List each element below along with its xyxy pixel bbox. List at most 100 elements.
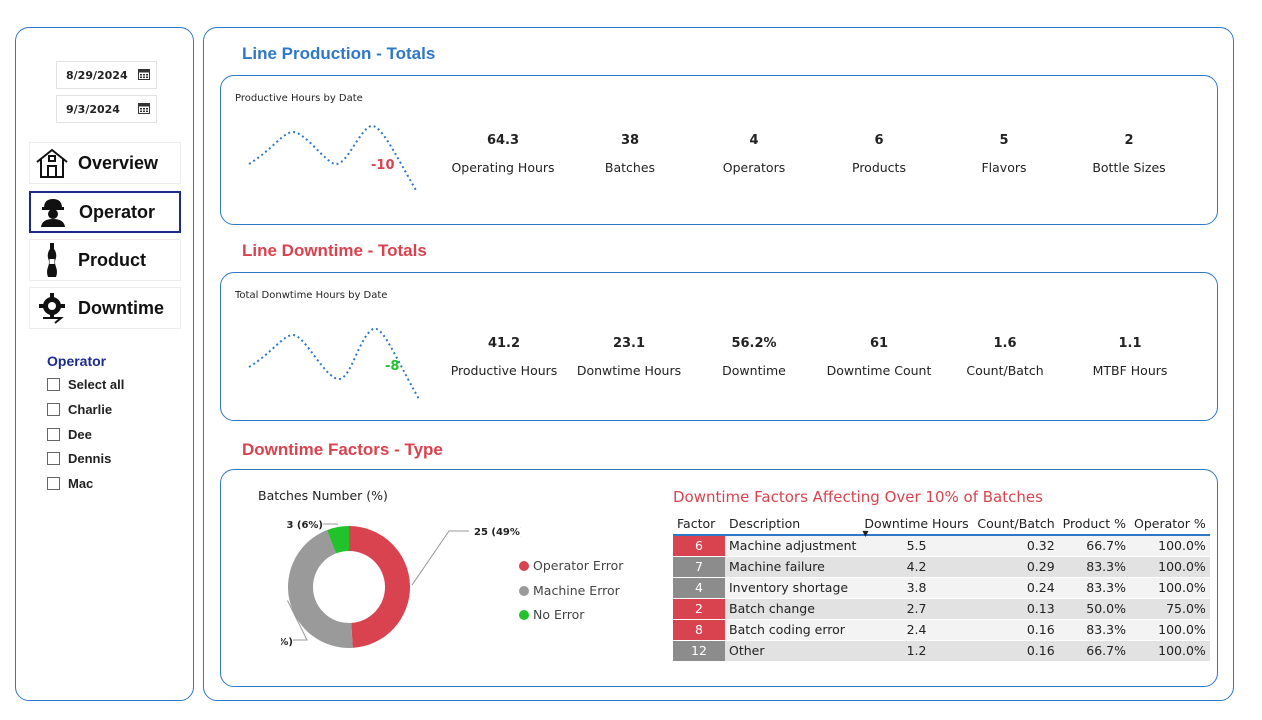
- kpi-batches: 38 Batches: [565, 133, 695, 175]
- checkbox[interactable]: [47, 428, 60, 441]
- factor-cell: 6: [673, 535, 725, 556]
- count-batch-cell: 0.16: [972, 640, 1059, 661]
- option-label: Charlie: [68, 402, 113, 417]
- calendar-icon[interactable]: [138, 102, 150, 114]
- downtime-hours-cell: 3.8: [860, 577, 973, 598]
- col-factor[interactable]: Factor: [673, 513, 725, 535]
- table-row[interactable]: 12 Other 1.2 0.16 66.7% 100.0%: [673, 640, 1210, 661]
- main-panel: Line Production - Totals Productive Hour…: [203, 27, 1234, 701]
- downtime-factors-table: Factor Description Downtime Hours ▼ Coun…: [673, 513, 1210, 662]
- downtime-type-donut-chart: 25 (49%) 23 (45%) 3 (6%): [281, 520, 521, 648]
- kpi-label: Operators: [722, 160, 786, 175]
- slicer-option-select-all[interactable]: Select all: [47, 377, 124, 392]
- donut-data-label: 23 (45%): [281, 637, 293, 648]
- kpi-label: Batches: [604, 160, 656, 175]
- kpi-bottle-sizes: 2 Bottle Sizes: [1064, 133, 1194, 175]
- kpi-value: 38: [620, 133, 640, 148]
- downtime-hours-cell: 1.2: [860, 640, 973, 661]
- count-batch-cell: 0.24: [972, 577, 1059, 598]
- option-label: Select all: [68, 377, 125, 392]
- nav-operator-label: Operator: [79, 201, 156, 222]
- end-date-value: 9/3/2024: [66, 102, 120, 116]
- product-pct-cell: 83.3%: [1058, 619, 1130, 640]
- checkbox[interactable]: [47, 477, 60, 490]
- downtime-section-title: Line Downtime - Totals: [242, 241, 427, 260]
- donut-slice-operator-error[interactable]: [349, 526, 410, 648]
- kpi-mtbf-hours: 1.1 MTBF Hours: [1065, 336, 1195, 378]
- legend-swatch: [519, 560, 529, 571]
- table-header-row: Factor Description Downtime Hours ▼ Coun…: [673, 513, 1210, 538]
- kpi-value: 56.2%: [731, 336, 777, 351]
- legend-no-error[interactable]: No Error: [519, 607, 584, 622]
- nav-product-label: Product: [78, 249, 147, 270]
- nav-overview-button[interactable]: Overview: [29, 142, 181, 184]
- col-operator-pct[interactable]: Operator %: [1130, 513, 1210, 535]
- legend-label: Machine Error: [533, 583, 620, 598]
- kpi-label: Donwtime Hours: [576, 363, 682, 378]
- kpi-value: 4: [749, 133, 759, 148]
- sidebar: 8/29/2024 9/3/2024 Overview Operator Pro…: [15, 27, 194, 701]
- col-downtime-hours[interactable]: Downtime Hours ▼: [860, 513, 972, 538]
- legend-label: No Error: [533, 607, 585, 622]
- downtime-gear-icon: [30, 288, 74, 328]
- checkbox[interactable]: [47, 403, 60, 416]
- legend-machine-error[interactable]: Machine Error: [519, 583, 620, 598]
- kpi-operating-hours: 64.3 Operating Hours: [438, 133, 568, 175]
- slicer-option-mac[interactable]: Mac: [47, 476, 93, 491]
- production-chart-label: Productive Hours by Date: [235, 93, 363, 104]
- table-row[interactable]: 8 Batch coding error 2.4 0.16 83.3% 100.0%: [673, 619, 1210, 640]
- kpi-label: MTBF Hours: [1092, 363, 1168, 378]
- operator-pct-cell: 100.0%: [1129, 640, 1210, 661]
- kpi-downtime-percent: 56.2% Downtime: [689, 336, 819, 378]
- nav-product-button[interactable]: Product: [29, 239, 181, 281]
- factor-cell: 8: [673, 619, 725, 640]
- kpi-products: 6 Products: [814, 133, 944, 175]
- checkbox[interactable]: [47, 452, 60, 465]
- kpi-value: 2: [1124, 133, 1134, 148]
- start-date-picker[interactable]: 8/29/2024: [56, 61, 157, 89]
- kpi-label: Operating Hours: [451, 160, 555, 175]
- col-count-batch[interactable]: Count/Batch: [973, 513, 1059, 535]
- factor-cell: 12: [673, 640, 725, 661]
- donut-data-label: 3 (6%): [286, 520, 323, 531]
- col-description[interactable]: Description: [725, 513, 860, 535]
- kpi-label: Bottle Sizes: [1092, 160, 1166, 175]
- production-sparkline-value: -10: [371, 158, 395, 173]
- nav-operator-button[interactable]: Operator: [29, 191, 181, 233]
- bottle-icon: [30, 240, 74, 280]
- start-date-value: 8/29/2024: [66, 68, 128, 82]
- factor-cell: 4: [673, 577, 725, 598]
- table-row[interactable]: 7 Machine failure 4.2 0.29 83.3% 100.0%: [673, 556, 1210, 577]
- kpi-count-per-batch: 1.6 Count/Batch: [940, 336, 1070, 378]
- table-row[interactable]: 4 Inventory shortage 3.8 0.24 83.3% 100.0%: [673, 577, 1210, 598]
- product-pct-cell: 66.7%: [1058, 640, 1130, 661]
- slicer-option-dee[interactable]: Dee: [47, 427, 92, 442]
- product-pct-cell: 50.0%: [1058, 598, 1130, 619]
- description-cell: Batch change: [725, 598, 861, 619]
- kpi-operators: 4 Operators: [689, 133, 819, 175]
- kpi-value: 61: [869, 336, 889, 351]
- production-card: Productive Hours by Date -10 64.3 Operati…: [220, 75, 1218, 225]
- count-batch-cell: 0.29: [972, 556, 1059, 577]
- kpi-label: Downtime: [722, 363, 786, 378]
- nav-downtime-button[interactable]: Downtime: [29, 287, 181, 329]
- kpi-flavors: 5 Flavors: [939, 133, 1069, 175]
- legend-operator-error[interactable]: Operator Error: [519, 558, 623, 573]
- col-product-pct[interactable]: Product %: [1059, 513, 1130, 535]
- operator-pct-cell: 100.0%: [1129, 535, 1210, 556]
- end-date-picker[interactable]: 9/3/2024: [56, 95, 157, 123]
- kpi-value: 23.1: [612, 336, 646, 351]
- product-pct-cell: 83.3%: [1058, 577, 1130, 598]
- slicer-option-charlie[interactable]: Charlie: [47, 402, 112, 417]
- table-row[interactable]: 2 Batch change 2.7 0.13 50.0% 75.0%: [673, 598, 1210, 619]
- downtime-sparkline: [248, 327, 420, 400]
- slicer-option-dennis[interactable]: Dennis: [47, 451, 111, 466]
- description-cell: Other: [725, 640, 861, 661]
- table-row[interactable]: 6 Machine adjustment 5.5 0.32 66.7% 100.0%: [673, 535, 1210, 556]
- legend-swatch: [519, 609, 529, 620]
- calendar-icon[interactable]: [138, 68, 150, 80]
- legend-swatch: [519, 585, 529, 596]
- kpi-downtime-count: 61 Downtime Count: [814, 336, 944, 378]
- kpi-label: Flavors: [981, 160, 1027, 175]
- checkbox[interactable]: [47, 378, 60, 391]
